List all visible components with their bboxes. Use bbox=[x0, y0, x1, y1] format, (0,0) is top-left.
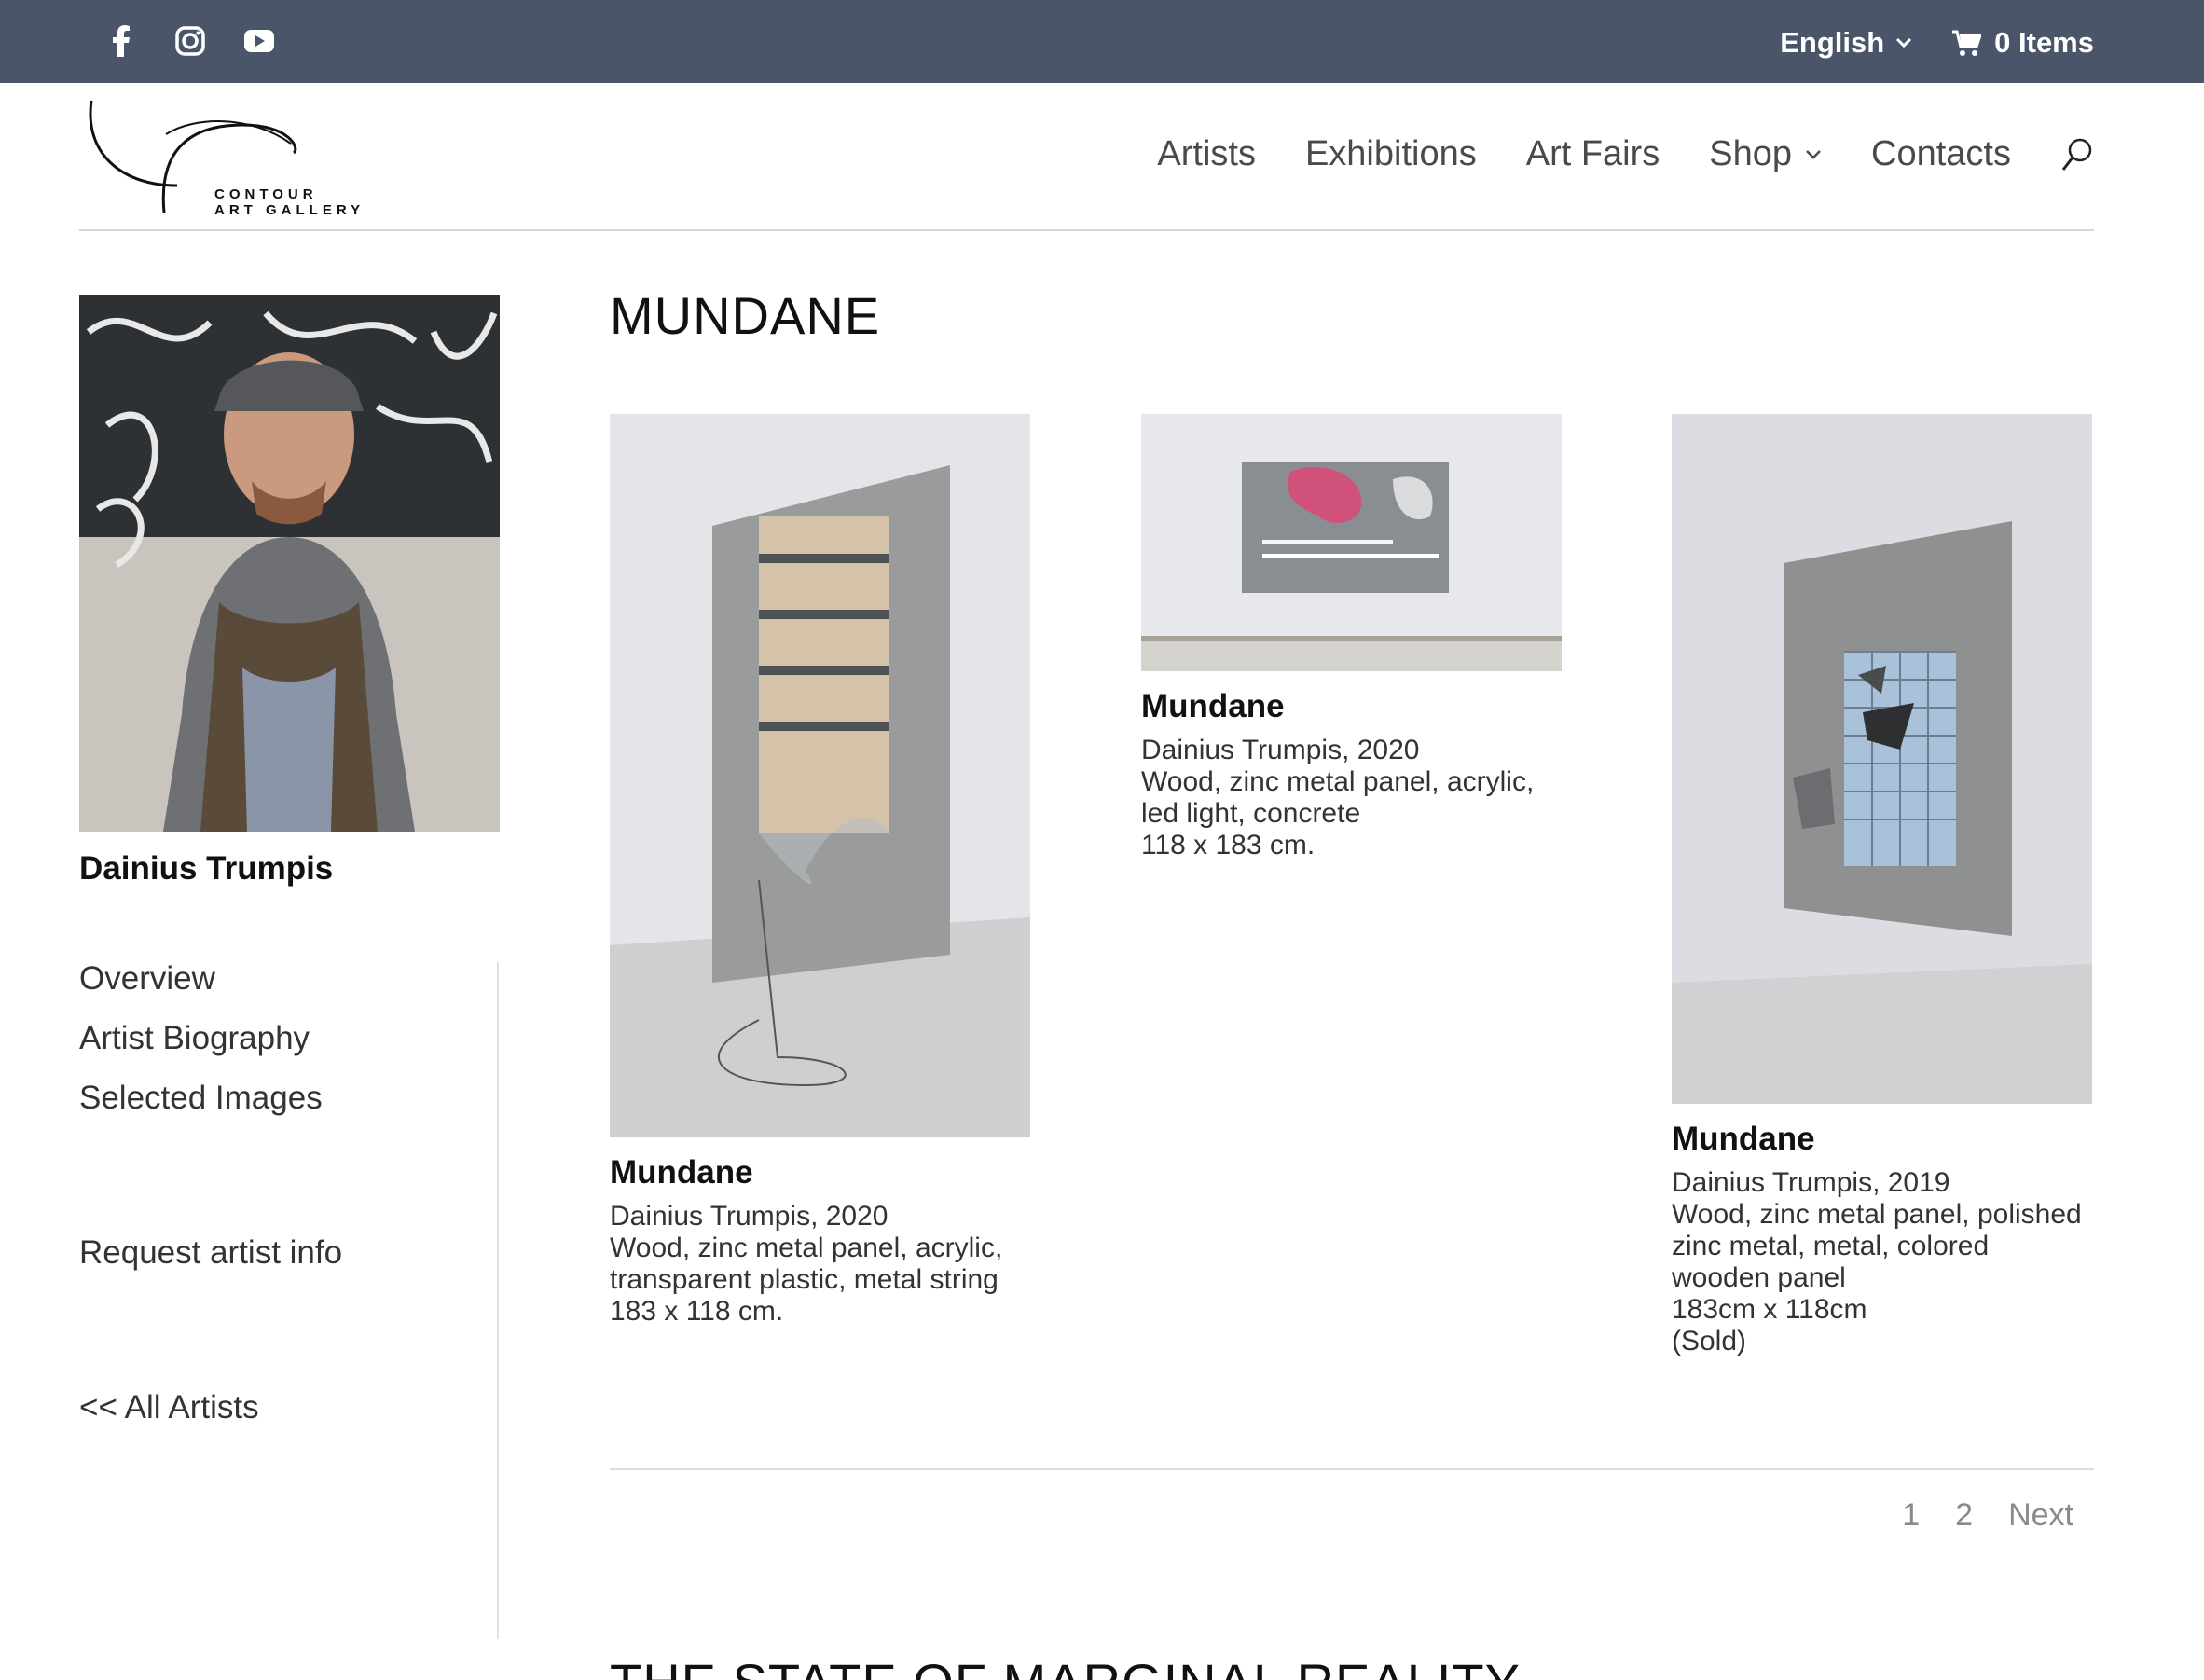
nav-label: Artists bbox=[1157, 134, 1256, 173]
search-icon bbox=[2061, 138, 2092, 171]
artwork-status: (Sold) bbox=[1672, 1326, 1747, 1356]
artwork-materials: Wood, zinc metal panel, acrylic, led lig… bbox=[1141, 766, 1535, 829]
sidebar-link-selected-images[interactable]: Selected Images bbox=[79, 1080, 323, 1117]
instagram-icon[interactable] bbox=[170, 21, 211, 62]
nav-label: Exhibitions bbox=[1304, 134, 1477, 173]
artwork-image[interactable] bbox=[1672, 414, 2092, 1104]
artwork-card[interactable]: Mundane Dainius Trumpis, 2020 Wood, zinc… bbox=[610, 414, 1030, 1328]
pagination-divider bbox=[610, 1468, 2094, 1470]
chevron-down-icon bbox=[1896, 37, 1912, 48]
sidebar-link-overview[interactable]: Overview bbox=[79, 960, 215, 998]
artwork-meta: Dainius Trumpis, 2019 Wood, zinc metal p… bbox=[1672, 1167, 2092, 1357]
next-section-title: THE STATE OF MARGINAL REALITY bbox=[610, 1652, 1521, 1680]
artwork-artist-year: Dainius Trumpis, 2020 bbox=[1141, 735, 1420, 765]
artwork-image[interactable] bbox=[610, 414, 1030, 1137]
artist-photo bbox=[79, 295, 500, 832]
nav-label: Contacts bbox=[1871, 134, 2011, 173]
artwork-materials: Wood, zinc metal panel, polished zinc me… bbox=[1672, 1199, 2082, 1293]
artwork-title[interactable]: Mundane bbox=[1141, 688, 1562, 725]
cart-icon bbox=[1952, 30, 1982, 56]
youtube-icon[interactable] bbox=[239, 21, 280, 62]
language-selector[interactable]: English bbox=[1780, 26, 1912, 60]
artwork-artist-year: Dainius Trumpis, 2019 bbox=[1672, 1167, 1950, 1198]
artwork-meta: Dainius Trumpis, 2020 Wood, zinc metal p… bbox=[1141, 735, 1562, 861]
artist-name: Dainius Trumpis bbox=[79, 850, 334, 887]
logo-line1: CONTOUR bbox=[214, 186, 318, 202]
social-links bbox=[101, 21, 280, 62]
chevron-down-icon bbox=[1806, 149, 1821, 159]
artwork-dimensions: 118 x 183 cm. bbox=[1141, 830, 1316, 861]
artwork-card[interactable]: Mundane Dainius Trumpis, 2019 Wood, zinc… bbox=[1672, 414, 2092, 1357]
cart-link[interactable]: 0 Items bbox=[1951, 26, 2094, 60]
nav-item-art-fairs[interactable]: Art Fairs bbox=[1526, 134, 1660, 174]
request-artist-info-link[interactable]: Request artist info bbox=[79, 1234, 342, 1272]
nav-label: Shop bbox=[1709, 134, 1793, 173]
next-page[interactable]: Next bbox=[2008, 1497, 2073, 1534]
artwork-image[interactable] bbox=[1141, 414, 1562, 671]
artwork-title[interactable]: Mundane bbox=[610, 1154, 1030, 1191]
page-title: MUNDANE bbox=[610, 286, 881, 345]
artwork-artist-year: Dainius Trumpis, 2020 bbox=[610, 1201, 888, 1232]
nav-item-contacts[interactable]: Contacts bbox=[1871, 134, 2011, 174]
logo-text: CONTOUR ART GALLERY bbox=[214, 186, 365, 218]
language-label: English bbox=[1780, 26, 1885, 59]
nav-item-artists[interactable]: Artists bbox=[1157, 134, 1256, 174]
cart-count: 0 Items bbox=[1994, 26, 2094, 59]
sidebar-divider bbox=[497, 962, 499, 1639]
search-button[interactable] bbox=[2060, 137, 2094, 172]
artwork-materials: Wood, zinc metal panel, acrylic, transpa… bbox=[610, 1232, 1003, 1295]
top-bar: English 0 Items bbox=[0, 0, 2204, 83]
page-2[interactable]: 2 bbox=[1955, 1497, 1973, 1534]
all-artists-link[interactable]: << All Artists bbox=[79, 1389, 259, 1426]
artwork-dimensions: 183 x 118 cm. bbox=[610, 1296, 784, 1327]
header-divider bbox=[79, 229, 2094, 231]
artwork-dimensions: 183cm x 118cm bbox=[1672, 1294, 1867, 1325]
page-1[interactable]: 1 bbox=[1902, 1497, 1920, 1534]
main-nav: Artists Exhibitions Art Fairs Shop Conta… bbox=[1157, 134, 2094, 174]
logo-line2: ART GALLERY bbox=[214, 202, 365, 218]
sidebar-link-biography[interactable]: Artist Biography bbox=[79, 1020, 310, 1057]
facebook-icon[interactable] bbox=[101, 21, 142, 62]
top-right-controls: English 0 Items bbox=[1780, 26, 2094, 60]
artwork-meta: Dainius Trumpis, 2020 Wood, zinc metal p… bbox=[610, 1201, 1030, 1328]
nav-item-exhibitions[interactable]: Exhibitions bbox=[1305, 134, 1477, 174]
artwork-title[interactable]: Mundane bbox=[1672, 1121, 2092, 1158]
artwork-card[interactable]: Mundane Dainius Trumpis, 2020 Wood, zinc… bbox=[1141, 414, 1562, 861]
pagination: 1 2 Next bbox=[1902, 1497, 2073, 1534]
nav-label: Art Fairs bbox=[1525, 134, 1660, 173]
site-logo[interactable]: CONTOUR ART GALLERY bbox=[84, 97, 373, 218]
nav-item-shop[interactable]: Shop bbox=[1709, 134, 1822, 174]
